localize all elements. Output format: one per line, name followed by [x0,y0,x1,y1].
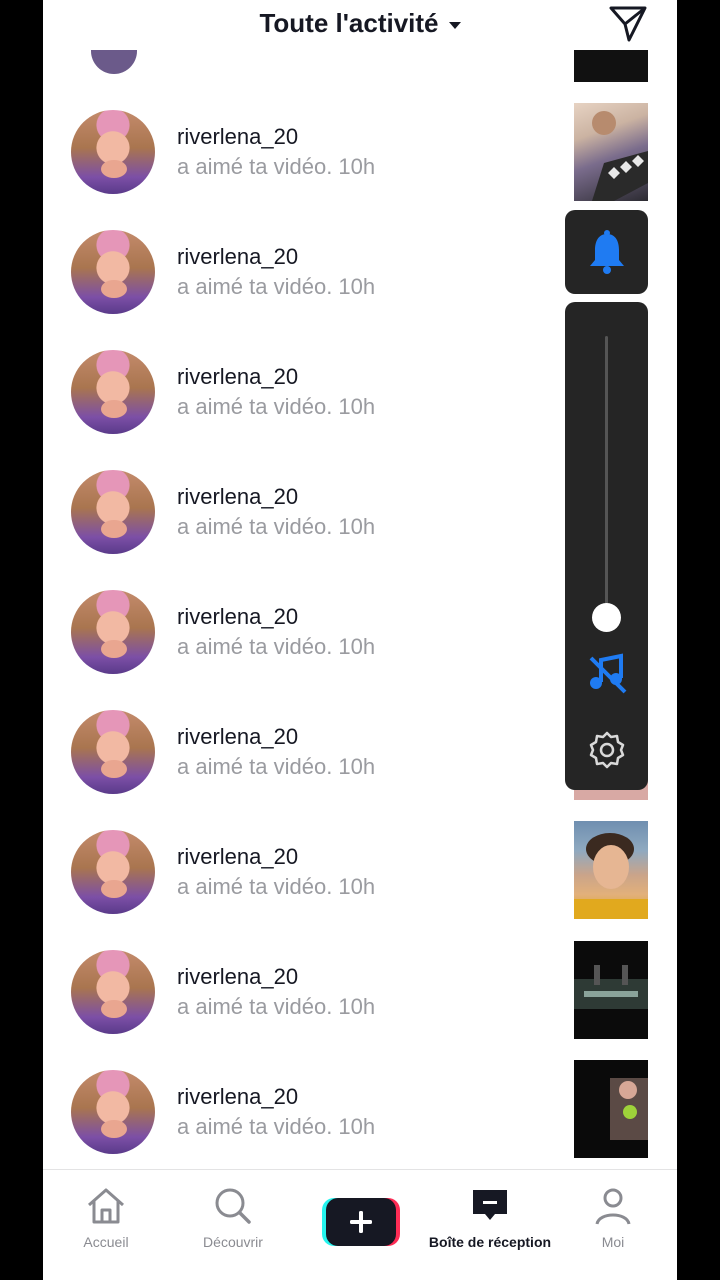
inbox-icon [473,1190,507,1220]
nav-inbox[interactable]: Boîte de réception [425,1186,555,1250]
username[interactable]: riverlena_20 [177,604,298,630]
avatar[interactable] [71,830,155,914]
search-icon [215,1188,251,1224]
username[interactable]: riverlena_20 [177,484,298,510]
bell-icon[interactable] [587,230,627,274]
activity-text: a aimé ta vidéo. 10h [177,994,376,1019]
list-item[interactable]: riverlena_20 a aimé ta vidéo. 10h [43,941,677,1070]
username[interactable]: riverlena_20 [177,724,298,750]
activity-text: a aimé ta vidéo. 10h [177,1114,376,1139]
username[interactable]: riverlena_20 [177,964,298,990]
gear-icon[interactable] [587,730,627,770]
bottom-nav: Accueil Découvrir Boîte de réception Moi [43,1170,677,1280]
video-thumbnail[interactable] [574,821,648,919]
username[interactable]: riverlena_20 [177,364,298,390]
activity-text: a aimé ta vidéo. 10h [177,874,376,899]
video-thumbnail-partial[interactable] [574,50,648,82]
send-icon[interactable] [607,2,649,44]
avatar[interactable] [71,950,155,1034]
activity-filter-dropdown[interactable]: Toute l'activité [43,8,677,39]
nav-discover-label: Découvrir [203,1234,263,1250]
video-thumbnail[interactable] [574,1060,648,1158]
nav-profile[interactable]: Moi [553,1186,673,1250]
nav-home-label: Accueil [83,1234,129,1250]
activity-text: a aimé ta vidéo. 10h [177,754,376,779]
nav-inbox-label: Boîte de réception [428,1234,552,1250]
page-title: Toute l'activité [259,8,439,38]
header: Toute l'activité [43,0,677,50]
avatar[interactable] [71,110,155,194]
list-item[interactable]: riverlena_20 a aimé ta vidéo. 10h [43,821,677,950]
profile-icon [595,1188,631,1225]
nav-home[interactable]: Accueil [46,1186,166,1250]
avatar[interactable] [71,230,155,314]
video-thumbnail[interactable] [574,103,648,201]
app-screen: riverlena_20 a aimé ta vidéo. 10h riverl… [43,0,677,1280]
avatar[interactable] [71,1070,155,1154]
activity-text: a aimé ta vidéo. 10h [177,634,376,659]
nav-profile-label: Moi [601,1234,625,1250]
activity-text: a aimé ta vidéo. 10h [177,394,376,419]
username[interactable]: riverlena_20 [177,244,298,270]
activity-text: a aimé ta vidéo. 10h [177,514,376,539]
nav-discover[interactable]: Découvrir [173,1186,293,1250]
avatar[interactable] [71,590,155,674]
avatar[interactable] [71,710,155,794]
activity-text: a aimé ta vidéo. 10h [177,274,376,299]
create-video-button[interactable] [322,1198,400,1246]
caret-down-icon [448,21,461,29]
volume-slider-track[interactable] [605,336,608,616]
username[interactable]: riverlena_20 [177,1084,298,1110]
home-icon [88,1188,124,1224]
username[interactable]: riverlena_20 [177,844,298,870]
activity-text: a aimé ta vidéo. 10h [177,154,376,179]
quick-controls-panel [565,302,648,790]
avatar[interactable] [71,350,155,434]
username[interactable]: riverlena_20 [177,124,298,150]
volume-slider-knob[interactable] [592,603,621,632]
notification-toggle-panel[interactable] [565,210,648,294]
avatar[interactable] [71,470,155,554]
music-off-icon[interactable] [585,652,629,696]
video-thumbnail[interactable] [574,941,648,1039]
